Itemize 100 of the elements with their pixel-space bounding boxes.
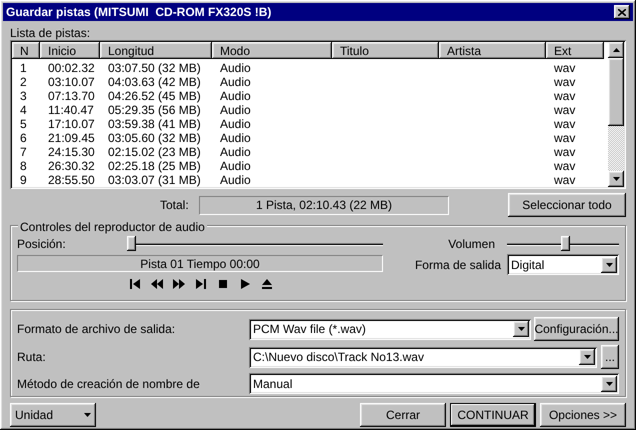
table-cell: 03:59.38 (41 MB) bbox=[108, 117, 201, 131]
output-label: Forma de salida bbox=[414, 256, 501, 274]
dropdown-button[interactable] bbox=[513, 321, 529, 337]
table-cell: 03:03.07 (31 MB) bbox=[108, 173, 201, 187]
options-button[interactable]: Opciones >> bbox=[540, 403, 626, 427]
table-cell: wav bbox=[554, 117, 576, 131]
dropdown-button[interactable] bbox=[601, 376, 617, 392]
unit-button[interactable]: Unidad bbox=[10, 403, 96, 427]
window-title: Guardar pistas (MITSUMI CD-ROM FX320S !B) bbox=[6, 4, 272, 21]
table-cell: 5 bbox=[20, 117, 27, 131]
dropdown-button[interactable] bbox=[601, 256, 617, 272]
column-header[interactable]: Artista bbox=[439, 42, 546, 59]
up-arrow-icon bbox=[612, 48, 620, 52]
table-cell: 03:07.50 (32 MB) bbox=[108, 61, 201, 75]
table-cell: wav bbox=[554, 131, 576, 145]
table-cell: wav bbox=[554, 75, 576, 89]
table-cell: wav bbox=[554, 159, 576, 173]
continue-button[interactable]: CONTINUAR bbox=[450, 403, 536, 427]
table-cell: Audio bbox=[220, 117, 251, 131]
table-cell: 00:02.32 bbox=[48, 61, 95, 75]
table-cell: Audio bbox=[220, 75, 251, 89]
browse-button[interactable]: ... bbox=[601, 345, 619, 369]
setting-label: Formato de archivo de salida: bbox=[17, 321, 176, 338]
table-cell: 28:55.50 bbox=[48, 173, 95, 187]
table-cell: 11:40.47 bbox=[48, 103, 94, 117]
table-cell: 05:29.35 (56 MB) bbox=[108, 103, 201, 117]
column-header[interactable]: Inicio bbox=[40, 42, 100, 59]
table-cell: 04:26.52 (45 MB) bbox=[108, 89, 201, 103]
column-header[interactable]: Ext bbox=[546, 42, 604, 59]
rewind-icon[interactable] bbox=[151, 278, 163, 290]
list-label: Lista de pistas: bbox=[10, 25, 92, 40]
total-value: 1 Pista, 02:10.43 (22 MB) bbox=[199, 196, 449, 214]
skip-forward-icon[interactable] bbox=[195, 278, 207, 290]
setting-label: Ruta: bbox=[17, 349, 47, 366]
table-cell: wav bbox=[554, 145, 576, 159]
table-cell: 7 bbox=[20, 145, 27, 159]
total-label: Total: bbox=[160, 197, 190, 214]
table-cell: 17:10.07 bbox=[48, 117, 95, 131]
close-dialog-button[interactable]: Cerrar bbox=[360, 403, 446, 427]
close-icon bbox=[618, 8, 626, 16]
table-cell: wav bbox=[554, 61, 576, 75]
column-header[interactable]: N bbox=[12, 42, 40, 59]
column-header[interactable]: Modo bbox=[212, 42, 332, 59]
play-icon[interactable] bbox=[239, 278, 251, 290]
table-cell: Audio bbox=[220, 61, 251, 75]
table-cell: 6 bbox=[20, 131, 27, 145]
table-cell: 21:09.45 bbox=[48, 131, 95, 145]
dropdown-button[interactable] bbox=[579, 349, 595, 365]
position-label: Posición: bbox=[17, 236, 67, 253]
table-cell: 02:25.18 (25 MB) bbox=[108, 159, 201, 173]
stop-icon[interactable] bbox=[217, 278, 229, 290]
scroll-down-button[interactable] bbox=[608, 171, 624, 187]
dropdown-field[interactable]: Manual bbox=[249, 373, 619, 394]
table-cell: 24:15.30 bbox=[48, 145, 95, 159]
close-button[interactable] bbox=[614, 5, 630, 19]
down-arrow-icon bbox=[84, 413, 91, 417]
table-cell: Audio bbox=[220, 103, 251, 117]
table-cell: 26:30.32 bbox=[48, 159, 95, 173]
table-cell: 4 bbox=[20, 103, 27, 117]
select-all-button[interactable]: Seleccionar todo bbox=[508, 193, 626, 217]
scroll-thumb[interactable] bbox=[608, 58, 624, 126]
table-cell: 03:10.07 bbox=[48, 75, 95, 89]
table-cell: 07:13.70 bbox=[48, 89, 95, 103]
table-cell: 3 bbox=[20, 89, 27, 103]
column-header[interactable]: Longitud bbox=[100, 42, 212, 59]
table-cell: Audio bbox=[220, 89, 251, 103]
table-cell: 8 bbox=[20, 159, 27, 173]
slider-thumb[interactable] bbox=[560, 236, 570, 251]
eject-icon[interactable] bbox=[261, 278, 273, 290]
table-cell: Audio bbox=[220, 145, 251, 159]
table-cell: 04:03.63 (42 MB) bbox=[108, 75, 201, 89]
table-cell: Audio bbox=[220, 173, 251, 187]
table-cell: wav bbox=[554, 173, 576, 187]
table-cell: wav bbox=[554, 103, 576, 117]
table-cell: 9 bbox=[20, 173, 27, 187]
settings-button[interactable]: Configuración... bbox=[534, 317, 619, 341]
setting-label: Método de creación de nombre de bbox=[17, 376, 201, 392]
column-header[interactable]: Titulo bbox=[332, 42, 439, 59]
down-arrow-icon bbox=[606, 382, 612, 386]
table-cell: 1 bbox=[20, 61, 27, 75]
dropdown-field[interactable]: C:\Nuevo disco\Track No13.wav bbox=[249, 346, 597, 368]
skip-back-icon[interactable] bbox=[129, 278, 141, 290]
status-panel: Pista 01 Tiempo 00:00 bbox=[17, 255, 383, 272]
down-arrow-icon bbox=[518, 327, 524, 331]
table-cell: 02:15.02 (23 MB) bbox=[108, 145, 201, 159]
down-arrow-icon bbox=[612, 177, 620, 181]
fast-forward-icon[interactable] bbox=[173, 278, 185, 290]
table-cell: Audio bbox=[220, 131, 251, 145]
dropdown-field[interactable]: Digital bbox=[507, 254, 619, 275]
volume-label: Volumen bbox=[448, 236, 495, 253]
slider-thumb[interactable] bbox=[127, 236, 136, 251]
table-cell: 03:05.60 (32 MB) bbox=[108, 131, 201, 145]
scroll-up-button[interactable] bbox=[608, 42, 624, 58]
down-arrow-icon bbox=[584, 355, 590, 359]
table-cell: 2 bbox=[20, 75, 27, 89]
dropdown-field[interactable]: PCM Wav file (*.wav) bbox=[249, 318, 531, 340]
table-cell: wav bbox=[554, 89, 576, 103]
down-arrow-icon bbox=[606, 262, 612, 266]
table-cell: Audio bbox=[220, 159, 251, 173]
scrollbar[interactable] bbox=[608, 42, 624, 187]
